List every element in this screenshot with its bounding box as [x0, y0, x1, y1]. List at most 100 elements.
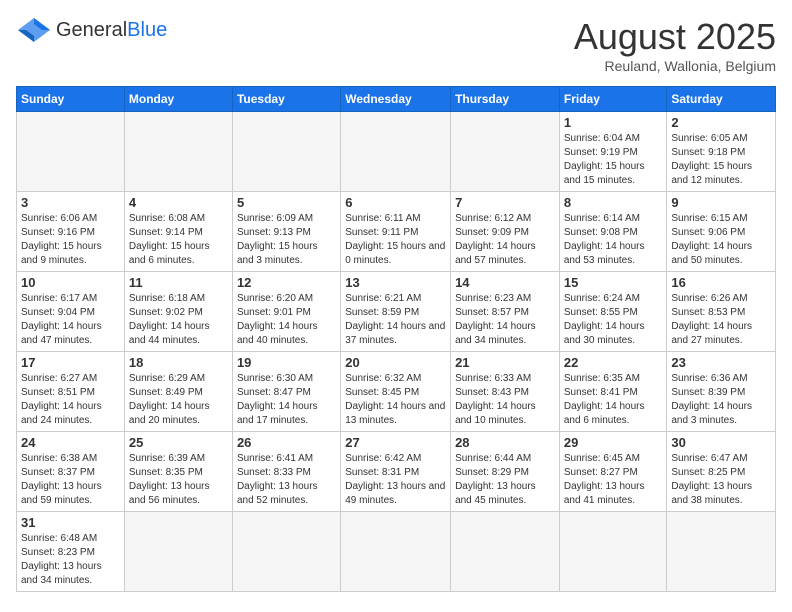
calendar-cell: 3 Sunrise: 6:06 AM Sunset: 9:16 PM Daylig…	[17, 192, 125, 272]
day-number: 3	[21, 195, 120, 210]
logo: GeneralBlue	[16, 16, 167, 44]
day-info: Sunrise: 6:33 AM Sunset: 8:43 PM Dayligh…	[455, 372, 555, 428]
calendar-cell: 15 Sunrise: 6:24 AM Sunset: 8:55 PM Dayli…	[559, 272, 667, 352]
day-number: 17	[21, 355, 120, 370]
calendar-cell: 11Sunrise: 6:18 AM Sunset: 9:02 PM Dayli…	[124, 272, 232, 352]
day-info: Sunrise: 6:06 AM Sunset: 9:16 PM Dayligh…	[21, 212, 120, 268]
calendar-cell	[451, 112, 560, 192]
calendar-cell: 1 Sunrise: 6:04 AM Sunset: 9:19 PM Daylig…	[559, 112, 667, 192]
calendar-week-row: 24Sunrise: 6:38 AM Sunset: 8:37 PM Dayli…	[17, 432, 776, 512]
calendar-cell: 12 Sunrise: 6:20 AM Sunset: 9:01 PM Dayli…	[232, 272, 340, 352]
calendar-week-row: 10 Sunrise: 6:17 AM Sunset: 9:04 PM Dayli…	[17, 272, 776, 352]
calendar-table: SundayMondayTuesdayWednesdayThursdayFrid…	[16, 86, 776, 592]
calendar-week-row: 1 Sunrise: 6:04 AM Sunset: 9:19 PM Daylig…	[17, 112, 776, 192]
day-number: 28	[455, 435, 555, 450]
day-info: Sunrise: 6:17 AM Sunset: 9:04 PM Dayligh…	[21, 292, 120, 348]
logo-text: GeneralBlue	[56, 19, 167, 42]
day-number: 7	[455, 195, 555, 210]
day-number: 2	[671, 115, 771, 130]
calendar-cell: 23 Sunrise: 6:36 AM Sunset: 8:39 PM Dayli…	[667, 352, 776, 432]
calendar-cell: 10 Sunrise: 6:17 AM Sunset: 9:04 PM Dayli…	[17, 272, 125, 352]
logo-icon	[16, 16, 52, 44]
weekday-header-sunday: Sunday	[17, 87, 125, 112]
day-number: 27	[345, 435, 446, 450]
day-number: 25	[129, 435, 228, 450]
day-info: Sunrise: 6:14 AM Sunset: 9:08 PM Dayligh…	[564, 212, 663, 268]
calendar-cell: 29 Sunrise: 6:45 AM Sunset: 8:27 PM Dayli…	[559, 432, 667, 512]
calendar-cell: 9 Sunrise: 6:15 AM Sunset: 9:06 PM Daylig…	[667, 192, 776, 272]
day-info: Sunrise: 6:20 AM Sunset: 9:01 PM Dayligh…	[237, 292, 336, 348]
day-number: 26	[237, 435, 336, 450]
day-number: 1	[564, 115, 663, 130]
day-info: Sunrise: 6:35 AM Sunset: 8:41 PM Dayligh…	[564, 372, 663, 428]
day-number: 22	[564, 355, 663, 370]
day-number: 31	[21, 515, 120, 530]
calendar-cell: 6 Sunrise: 6:11 AM Sunset: 9:11 PM Daylig…	[341, 192, 451, 272]
calendar-cell	[451, 512, 560, 592]
day-info: Sunrise: 6:12 AM Sunset: 9:09 PM Dayligh…	[455, 212, 555, 268]
day-info: Sunrise: 6:44 AM Sunset: 8:29 PM Dayligh…	[455, 452, 555, 508]
day-number: 6	[345, 195, 446, 210]
calendar-cell: 20 Sunrise: 6:32 AM Sunset: 8:45 PM Dayli…	[341, 352, 451, 432]
day-info: Sunrise: 6:29 AM Sunset: 8:49 PM Dayligh…	[129, 372, 228, 428]
day-number: 8	[564, 195, 663, 210]
day-info: Sunrise: 6:45 AM Sunset: 8:27 PM Dayligh…	[564, 452, 663, 508]
day-info: Sunrise: 6:09 AM Sunset: 9:13 PM Dayligh…	[237, 212, 336, 268]
weekday-header-tuesday: Tuesday	[232, 87, 340, 112]
calendar-cell: 4Sunrise: 6:08 AM Sunset: 9:14 PM Daylig…	[124, 192, 232, 272]
day-number: 20	[345, 355, 446, 370]
weekday-header-thursday: Thursday	[451, 87, 560, 112]
day-info: Sunrise: 6:21 AM Sunset: 8:59 PM Dayligh…	[345, 292, 446, 348]
month-title: August 2025	[574, 16, 776, 58]
day-info: Sunrise: 6:27 AM Sunset: 8:51 PM Dayligh…	[21, 372, 120, 428]
day-info: Sunrise: 6:36 AM Sunset: 8:39 PM Dayligh…	[671, 372, 771, 428]
calendar-cell: 26 Sunrise: 6:41 AM Sunset: 8:33 PM Dayli…	[232, 432, 340, 512]
calendar-cell	[559, 512, 667, 592]
day-info: Sunrise: 6:42 AM Sunset: 8:31 PM Dayligh…	[345, 452, 446, 508]
day-info: Sunrise: 6:32 AM Sunset: 8:45 PM Dayligh…	[345, 372, 446, 428]
day-info: Sunrise: 6:41 AM Sunset: 8:33 PM Dayligh…	[237, 452, 336, 508]
calendar-cell: 31Sunrise: 6:48 AM Sunset: 8:23 PM Dayli…	[17, 512, 125, 592]
calendar-week-row: 31Sunrise: 6:48 AM Sunset: 8:23 PM Dayli…	[17, 512, 776, 592]
day-number: 13	[345, 275, 446, 290]
calendar-cell: 22 Sunrise: 6:35 AM Sunset: 8:41 PM Dayli…	[559, 352, 667, 432]
day-info: Sunrise: 6:23 AM Sunset: 8:57 PM Dayligh…	[455, 292, 555, 348]
calendar-cell: 14 Sunrise: 6:23 AM Sunset: 8:57 PM Dayli…	[451, 272, 560, 352]
calendar-cell	[341, 112, 451, 192]
day-number: 14	[455, 275, 555, 290]
title-block: August 2025 Reuland, Wallonia, Belgium	[574, 16, 776, 74]
day-number: 9	[671, 195, 771, 210]
weekday-header-monday: Monday	[124, 87, 232, 112]
calendar-cell: 24Sunrise: 6:38 AM Sunset: 8:37 PM Dayli…	[17, 432, 125, 512]
day-number: 29	[564, 435, 663, 450]
calendar-cell: 2 Sunrise: 6:05 AM Sunset: 9:18 PM Daylig…	[667, 112, 776, 192]
calendar-cell	[232, 512, 340, 592]
weekday-header-saturday: Saturday	[667, 87, 776, 112]
day-number: 12	[237, 275, 336, 290]
calendar-cell: 21Sunrise: 6:33 AM Sunset: 8:43 PM Dayli…	[451, 352, 560, 432]
day-info: Sunrise: 6:26 AM Sunset: 8:53 PM Dayligh…	[671, 292, 771, 348]
day-number: 23	[671, 355, 771, 370]
location-subtitle: Reuland, Wallonia, Belgium	[574, 58, 776, 74]
day-info: Sunrise: 6:11 AM Sunset: 9:11 PM Dayligh…	[345, 212, 446, 268]
day-number: 4	[129, 195, 228, 210]
day-number: 11	[129, 275, 228, 290]
weekday-header-row: SundayMondayTuesdayWednesdayThursdayFrid…	[17, 87, 776, 112]
calendar-cell	[124, 512, 232, 592]
calendar-cell: 25 Sunrise: 6:39 AM Sunset: 8:35 PM Dayli…	[124, 432, 232, 512]
day-info: Sunrise: 6:05 AM Sunset: 9:18 PM Dayligh…	[671, 132, 771, 188]
day-info: Sunrise: 6:39 AM Sunset: 8:35 PM Dayligh…	[129, 452, 228, 508]
day-number: 15	[564, 275, 663, 290]
calendar-cell: 13 Sunrise: 6:21 AM Sunset: 8:59 PM Dayli…	[341, 272, 451, 352]
day-info: Sunrise: 6:24 AM Sunset: 8:55 PM Dayligh…	[564, 292, 663, 348]
calendar-cell	[232, 112, 340, 192]
calendar-cell: 27 Sunrise: 6:42 AM Sunset: 8:31 PM Dayli…	[341, 432, 451, 512]
calendar-cell	[667, 512, 776, 592]
calendar-cell: 19Sunrise: 6:30 AM Sunset: 8:47 PM Dayli…	[232, 352, 340, 432]
day-number: 16	[671, 275, 771, 290]
day-info: Sunrise: 6:04 AM Sunset: 9:19 PM Dayligh…	[564, 132, 663, 188]
day-number: 19	[237, 355, 336, 370]
calendar-cell: 30Sunrise: 6:47 AM Sunset: 8:25 PM Dayli…	[667, 432, 776, 512]
day-number: 10	[21, 275, 120, 290]
day-info: Sunrise: 6:15 AM Sunset: 9:06 PM Dayligh…	[671, 212, 771, 268]
